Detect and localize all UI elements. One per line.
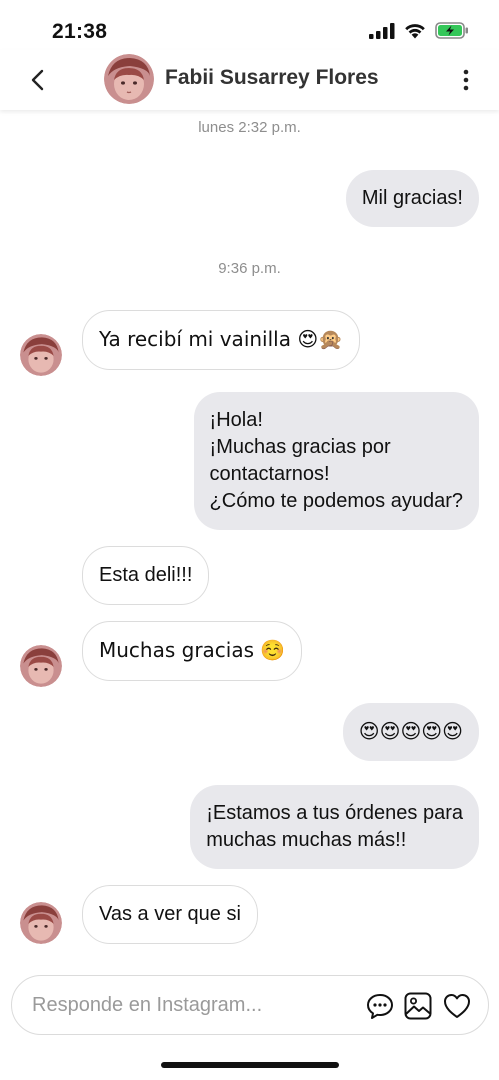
message-incoming[interactable]: Ya recibí mi vainilla 😍🙊 <box>82 310 361 370</box>
image-icon <box>404 992 432 1020</box>
chevron-left-icon <box>31 69 44 91</box>
message-avatar[interactable] <box>20 334 62 376</box>
heart-icon <box>444 994 470 1018</box>
message-input[interactable] <box>32 990 352 1020</box>
chat-header: Fabii Susarrey Flores <box>0 50 499 110</box>
wifi-icon <box>405 24 425 39</box>
message-composer <box>11 975 489 1035</box>
more-options-button[interactable] <box>459 66 473 94</box>
message-incoming[interactable]: Vas a ver que si <box>82 885 258 944</box>
message-text: Muchas gracias ☺️ <box>99 638 286 662</box>
back-button[interactable] <box>24 66 52 94</box>
avatar-image <box>104 54 154 104</box>
signal-icon <box>369 22 395 39</box>
avatar-image <box>20 645 62 687</box>
dm-screen: 21:38 Fabii Susarrey Flores lunes 2:32 p… <box>0 0 499 1080</box>
more-vertical-icon <box>463 69 469 91</box>
chat-bubble-button[interactable] <box>365 991 395 1021</box>
like-button[interactable] <box>442 991 472 1021</box>
status-icons <box>369 22 469 39</box>
status-time: 21:38 <box>52 20 108 43</box>
message-outgoing[interactable]: ¡Hola! ¡Muchas gracias por contactarnos!… <box>193 392 479 530</box>
message-outgoing[interactable]: 😍😍😍😍😍 <box>342 703 479 761</box>
message-text: Ya recibí mi vainilla 😍🙊 <box>99 327 344 351</box>
message-avatar[interactable] <box>20 645 62 687</box>
gallery-button[interactable] <box>403 991 433 1021</box>
message-text: 😍😍😍😍😍 <box>358 719 463 743</box>
message-incoming[interactable]: Esta deli!!! <box>82 546 210 605</box>
chat-bubble-icon <box>367 994 393 1019</box>
avatar-image <box>20 334 62 376</box>
timestamp: lunes 2:32 p.m. <box>198 119 301 136</box>
avatar-image <box>20 902 62 944</box>
message-incoming[interactable]: Muchas gracias ☺️ <box>82 621 303 681</box>
message-outgoing[interactable]: Mil gracias! <box>345 170 479 227</box>
message-avatar[interactable] <box>20 902 62 944</box>
contact-avatar[interactable] <box>104 54 154 104</box>
battery-charging-icon <box>435 22 468 39</box>
message-outgoing[interactable]: ¡Estamos a tus órdenes para muchas mucha… <box>190 785 479 869</box>
timestamp: 9:36 p.m. <box>218 260 281 277</box>
home-indicator[interactable] <box>161 1062 339 1068</box>
contact-name[interactable]: Fabii Susarrey Flores <box>165 66 379 90</box>
